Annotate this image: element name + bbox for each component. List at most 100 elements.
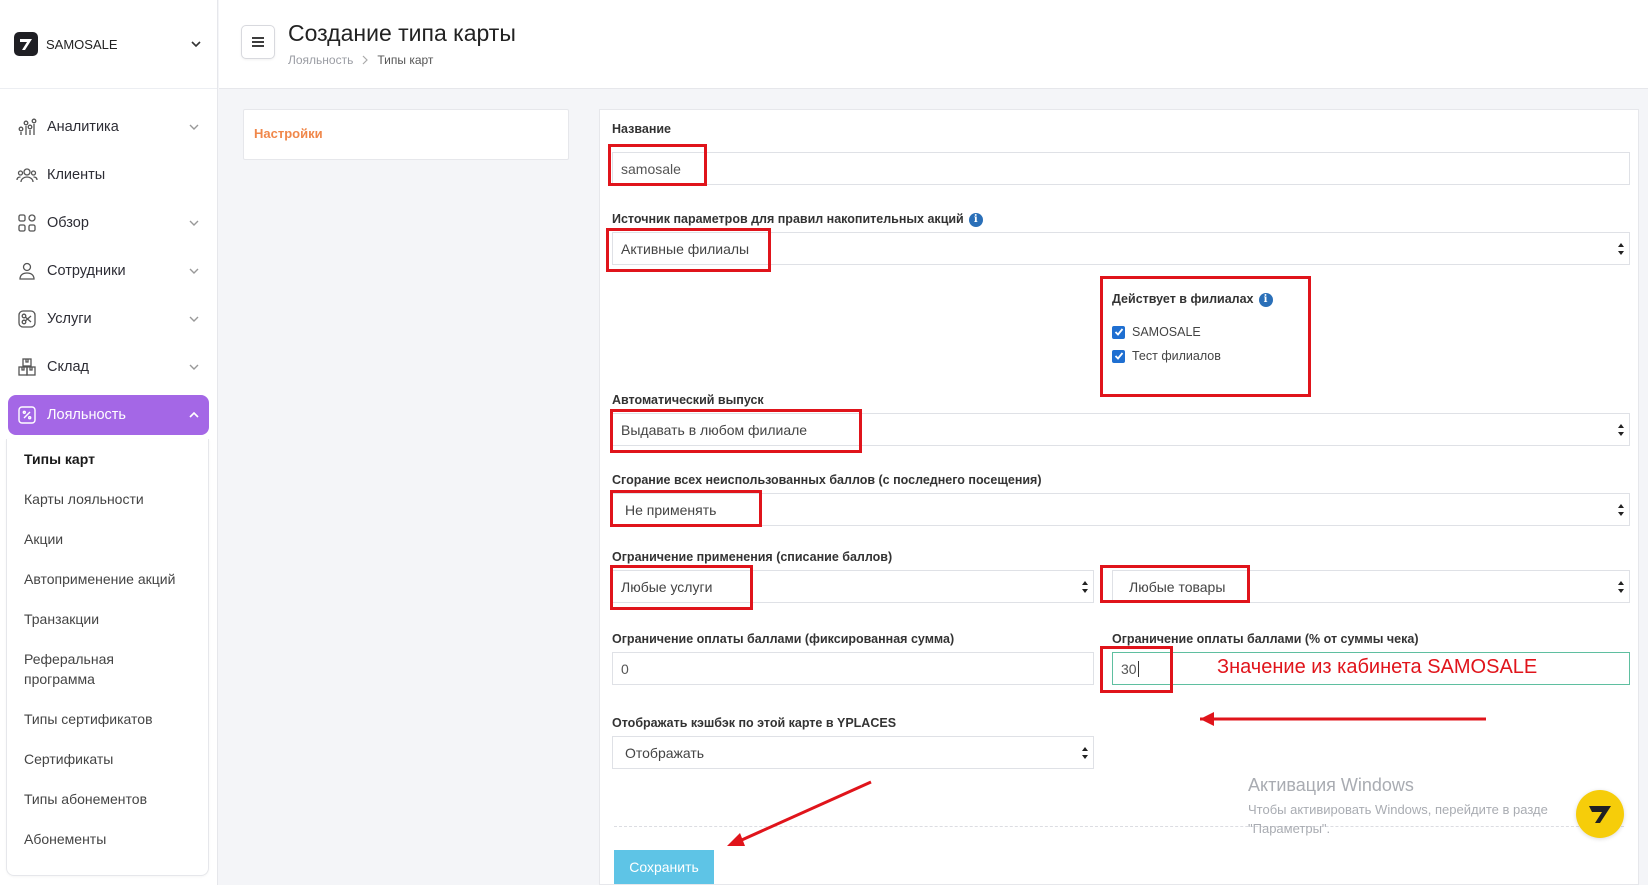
activation-line: "Параметры".: [1248, 821, 1331, 836]
sidebar-item-overview[interactable]: Обзор: [8, 203, 209, 243]
select-arrows-icon: [1618, 424, 1624, 436]
breadcrumb-link[interactable]: Лояльность: [288, 53, 353, 67]
branch-checkbox-row[interactable]: Тест филиалов: [1112, 349, 1221, 363]
sidebar-item-services[interactable]: Услуги: [8, 299, 209, 339]
chevron-up-icon: [189, 411, 199, 418]
branches-label-text: Действует в филиалах: [1112, 292, 1254, 306]
sidebar-item-label: Обзор: [47, 215, 89, 231]
breadcrumb: Лояльность Типы карт: [288, 53, 433, 67]
info-icon[interactable]: i: [1258, 293, 1273, 307]
sidebar-item-clients[interactable]: Клиенты: [8, 155, 209, 195]
expiry-select[interactable]: Не применять: [612, 493, 1630, 526]
sidebar-item-label: Клиенты: [47, 167, 106, 183]
tab-settings[interactable]: Настройки: [254, 126, 323, 141]
text-cursor: [1137, 660, 1139, 677]
sidebar: SAMOSALE Аналитика Клиенты Обзор Сотрудн…: [0, 0, 218, 885]
sidebar-item-label: Аналитика: [47, 119, 119, 135]
submenu-subscriptions[interactable]: Абонементы: [7, 829, 208, 849]
auto-issue-label: Автоматический выпуск: [612, 393, 764, 407]
fixed-limit-input[interactable]: 0: [612, 652, 1094, 685]
checkbox-checked-icon[interactable]: [1112, 325, 1125, 339]
sidebar-nav: Аналитика Клиенты Обзор Сотрудники Услуг…: [0, 89, 217, 876]
loyalty-submenu: Типы карт Карты лояльности Акции Автопри…: [6, 439, 209, 876]
auto-issue-value: Выдавать в любом филиале: [621, 421, 808, 438]
branch-checkbox-row[interactable]: SAMOSALE: [1112, 325, 1201, 339]
restriction-services-select[interactable]: Любые услуги: [612, 570, 1094, 603]
select-arrows-icon: [1082, 581, 1088, 593]
annotation-text: Значение из кабинета SAMOSALE: [1217, 656, 1538, 678]
source-select[interactable]: Активные филиалы: [612, 232, 1630, 265]
expiry-value: Не применять: [625, 501, 717, 518]
source-select-value: Активные филиалы: [621, 240, 750, 257]
page-title: Создание типа карты: [288, 20, 516, 46]
restriction-goods-select[interactable]: Любые товары: [1112, 570, 1630, 603]
restriction-services-value: Любые услуги: [621, 578, 713, 595]
windows-activation-watermark: Активация Windows Чтобы активировать Win…: [1248, 775, 1548, 838]
chevron-right-icon: [362, 55, 369, 65]
source-label-text: Источник параметров для правил накопител…: [612, 212, 964, 226]
chevron-down-icon: [189, 220, 199, 226]
chevron-down-icon: [189, 364, 199, 370]
restriction-goods-value: Любые товары: [1129, 578, 1226, 595]
submenu-auto-promotions[interactable]: Автоприменение акций: [7, 569, 208, 589]
save-button[interactable]: Сохранить: [614, 850, 714, 884]
cashback-select[interactable]: Отображать: [612, 736, 1094, 769]
submenu-promotions[interactable]: Акции: [7, 529, 208, 549]
brand-chevron-icon: [1589, 806, 1611, 823]
sidebar-item-employees[interactable]: Сотрудники: [8, 251, 209, 291]
warehouse-icon: [16, 356, 38, 378]
brand-name: SAMOSALE: [46, 36, 118, 52]
submenu-referral[interactable]: Реферальная программа: [7, 649, 137, 689]
submenu-transactions[interactable]: Транзакции: [7, 609, 208, 629]
settings-tabs-panel: Настройки: [243, 109, 569, 160]
select-arrows-icon: [1082, 747, 1088, 759]
percent-limit-label: Ограничение оплаты баллами (% от суммы ч…: [1112, 632, 1419, 646]
source-label: Источник параметров для правил накопител…: [612, 212, 983, 227]
clients-icon: [16, 164, 38, 186]
breadcrumb-current: Типы карт: [377, 53, 434, 67]
submenu-subscription-types[interactable]: Типы абонементов: [7, 789, 208, 809]
percent-limit-value: 30: [1121, 660, 1137, 677]
analytics-icon: [16, 116, 38, 138]
branches-label: Действует в филиалах i: [1112, 292, 1273, 307]
submenu-certificate-types[interactable]: Типы сертификатов: [7, 709, 208, 729]
chevron-down-icon: [189, 268, 199, 274]
submenu-card-types[interactable]: Типы карт: [7, 449, 208, 469]
select-arrows-icon: [1618, 504, 1624, 516]
select-arrows-icon: [1618, 243, 1624, 255]
expiry-label: Сгорание всех неиспользованных баллов (с…: [612, 473, 1042, 487]
activation-title: Активация Windows: [1248, 775, 1414, 795]
info-icon[interactable]: i: [968, 213, 983, 227]
percent-icon: [16, 404, 38, 426]
help-chat-button[interactable]: [1576, 790, 1624, 838]
chevron-down-icon: [189, 316, 199, 322]
sidebar-item-warehouse[interactable]: Склад: [8, 347, 209, 387]
sidebar-item-analytics[interactable]: Аналитика: [8, 107, 209, 147]
submenu-certificates[interactable]: Сертификаты: [7, 749, 208, 769]
scissors-icon: [16, 308, 38, 330]
brand-switcher[interactable]: SAMOSALE: [0, 0, 217, 89]
submenu-loyalty-cards[interactable]: Карты лояльности: [7, 489, 208, 509]
cashback-label: Отображать кэшбэк по этой карте в YPLACE…: [612, 716, 897, 730]
fixed-limit-label: Ограничение оплаты баллами (фиксированна…: [612, 632, 955, 646]
sidebar-item-label: Склад: [47, 359, 89, 375]
sidebar-item-label: Услуги: [47, 311, 92, 327]
sidebar-item-label: Лояльность: [47, 407, 126, 423]
auto-issue-select[interactable]: Выдавать в любом филиале: [612, 413, 1630, 446]
branch-label: Тест филиалов: [1132, 349, 1221, 363]
checkbox-checked-icon[interactable]: [1112, 349, 1125, 363]
name-input[interactable]: samosale: [612, 152, 1630, 185]
select-arrows-icon: [1618, 581, 1624, 593]
chevron-down-icon: [189, 124, 199, 130]
sidebar-item-loyalty[interactable]: Лояльность: [8, 395, 209, 435]
brand-logo-icon: [14, 32, 38, 56]
chevron-down-icon: [191, 41, 201, 48]
sidebar-item-label: Сотрудники: [47, 263, 126, 279]
hamburger-icon: [252, 37, 264, 47]
restriction-label: Ограничение применения (списание баллов): [612, 550, 893, 564]
menu-toggle-button[interactable]: [241, 25, 275, 59]
cashback-value: Отображать: [625, 744, 705, 761]
name-label: Название: [612, 122, 672, 136]
activation-line: Чтобы активировать Windows, перейдите в …: [1248, 802, 1548, 817]
branch-label: SAMOSALE: [1132, 325, 1201, 339]
